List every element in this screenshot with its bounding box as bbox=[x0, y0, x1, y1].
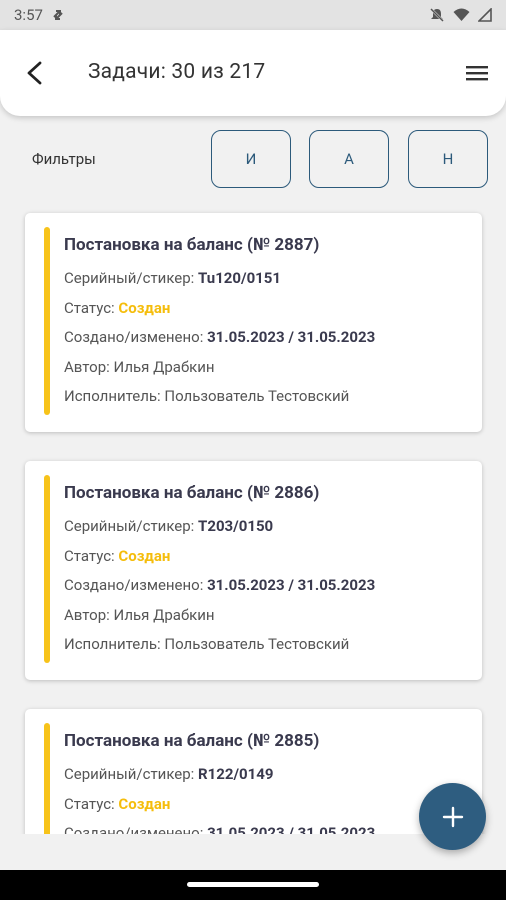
app-bar: Задачи: 30 из 217 bbox=[0, 30, 506, 116]
status-badge: Создан bbox=[118, 547, 171, 565]
dates-row: Создано/изменено: 31.05.2023 / 31.05.202… bbox=[64, 824, 375, 834]
status-time: 3:57 bbox=[14, 6, 43, 24]
back-button[interactable] bbox=[20, 58, 50, 88]
serial-row: Серийный/стикер: R122/0149 bbox=[64, 765, 274, 783]
card-accent-bar bbox=[44, 723, 50, 834]
serial-row: Серийный/стикер: T203/0150 bbox=[64, 517, 274, 535]
home-gesture-handle[interactable] bbox=[187, 882, 319, 887]
executor-row: Исполнитель: Пользователь Тестовский bbox=[64, 387, 350, 405]
status-badge: Создан bbox=[118, 299, 171, 317]
status-row: Статус: Создан bbox=[64, 795, 171, 813]
signal-icon bbox=[478, 8, 492, 22]
filter-button-i[interactable]: И bbox=[211, 130, 291, 188]
status-row: Статус: Создан bbox=[64, 547, 171, 565]
card-accent-bar bbox=[44, 475, 50, 663]
dates-row: Создано/изменено: 31.05.2023 / 31.05.202… bbox=[64, 576, 376, 594]
card-accent-bar bbox=[44, 227, 50, 415]
arrow-back-icon bbox=[27, 61, 42, 85]
author-row: Автор: Илья Драбкин bbox=[64, 606, 215, 624]
task-card[interactable]: Постановка на баланс (№ 2886) Серийный/с… bbox=[25, 461, 482, 680]
author-row: Автор: Илья Драбкин bbox=[64, 358, 215, 376]
status-row: Статус: Создан bbox=[64, 299, 171, 317]
task-title: Постановка на баланс (№ 2886) bbox=[64, 483, 320, 503]
dates-value: 31.05.2023 / 31.05.2023 bbox=[207, 328, 376, 346]
executor-row: Исполнитель: Пользователь Тестовский bbox=[64, 635, 350, 653]
system-nav-bar bbox=[0, 870, 506, 900]
status-badge: Создан bbox=[118, 795, 171, 813]
filter-button-a[interactable]: А bbox=[309, 130, 389, 188]
plus-icon bbox=[442, 806, 463, 827]
task-title: Постановка на баланс (№ 2887) bbox=[64, 235, 320, 255]
serial-value: Tu120/0151 bbox=[198, 269, 282, 287]
dates-row: Создано/изменено: 31.05.2023 / 31.05.202… bbox=[64, 328, 376, 346]
serial-row: Серийный/стикер: Tu120/0151 bbox=[64, 269, 282, 287]
filters-label: Фильтры bbox=[32, 150, 96, 168]
dates-value: 31.05.2023 / 31.05.2023 bbox=[207, 824, 376, 834]
menu-button[interactable] bbox=[464, 58, 490, 88]
mute-icon bbox=[429, 7, 445, 23]
wifi-icon bbox=[453, 8, 470, 22]
task-title: Постановка на баланс (№ 2885) bbox=[64, 731, 320, 751]
task-list: Постановка на баланс (№ 2887) Серийный/с… bbox=[0, 200, 506, 834]
page-title: Задачи: 30 из 217 bbox=[88, 60, 266, 84]
serial-value: T203/0150 bbox=[198, 517, 274, 535]
add-task-button[interactable] bbox=[419, 783, 486, 850]
filter-button-n[interactable]: Н bbox=[408, 130, 488, 188]
hamburger-menu-icon bbox=[466, 66, 488, 81]
status-bar: 3:57 bbox=[0, 0, 506, 30]
task-card[interactable]: Постановка на баланс (№ 2887) Серийный/с… bbox=[25, 213, 482, 432]
task-card[interactable]: Постановка на баланс (№ 2885) Серийный/с… bbox=[25, 709, 482, 834]
serial-value: R122/0149 bbox=[198, 765, 274, 783]
sync-icon bbox=[51, 8, 65, 22]
dates-value: 31.05.2023 / 31.05.2023 bbox=[207, 576, 376, 594]
